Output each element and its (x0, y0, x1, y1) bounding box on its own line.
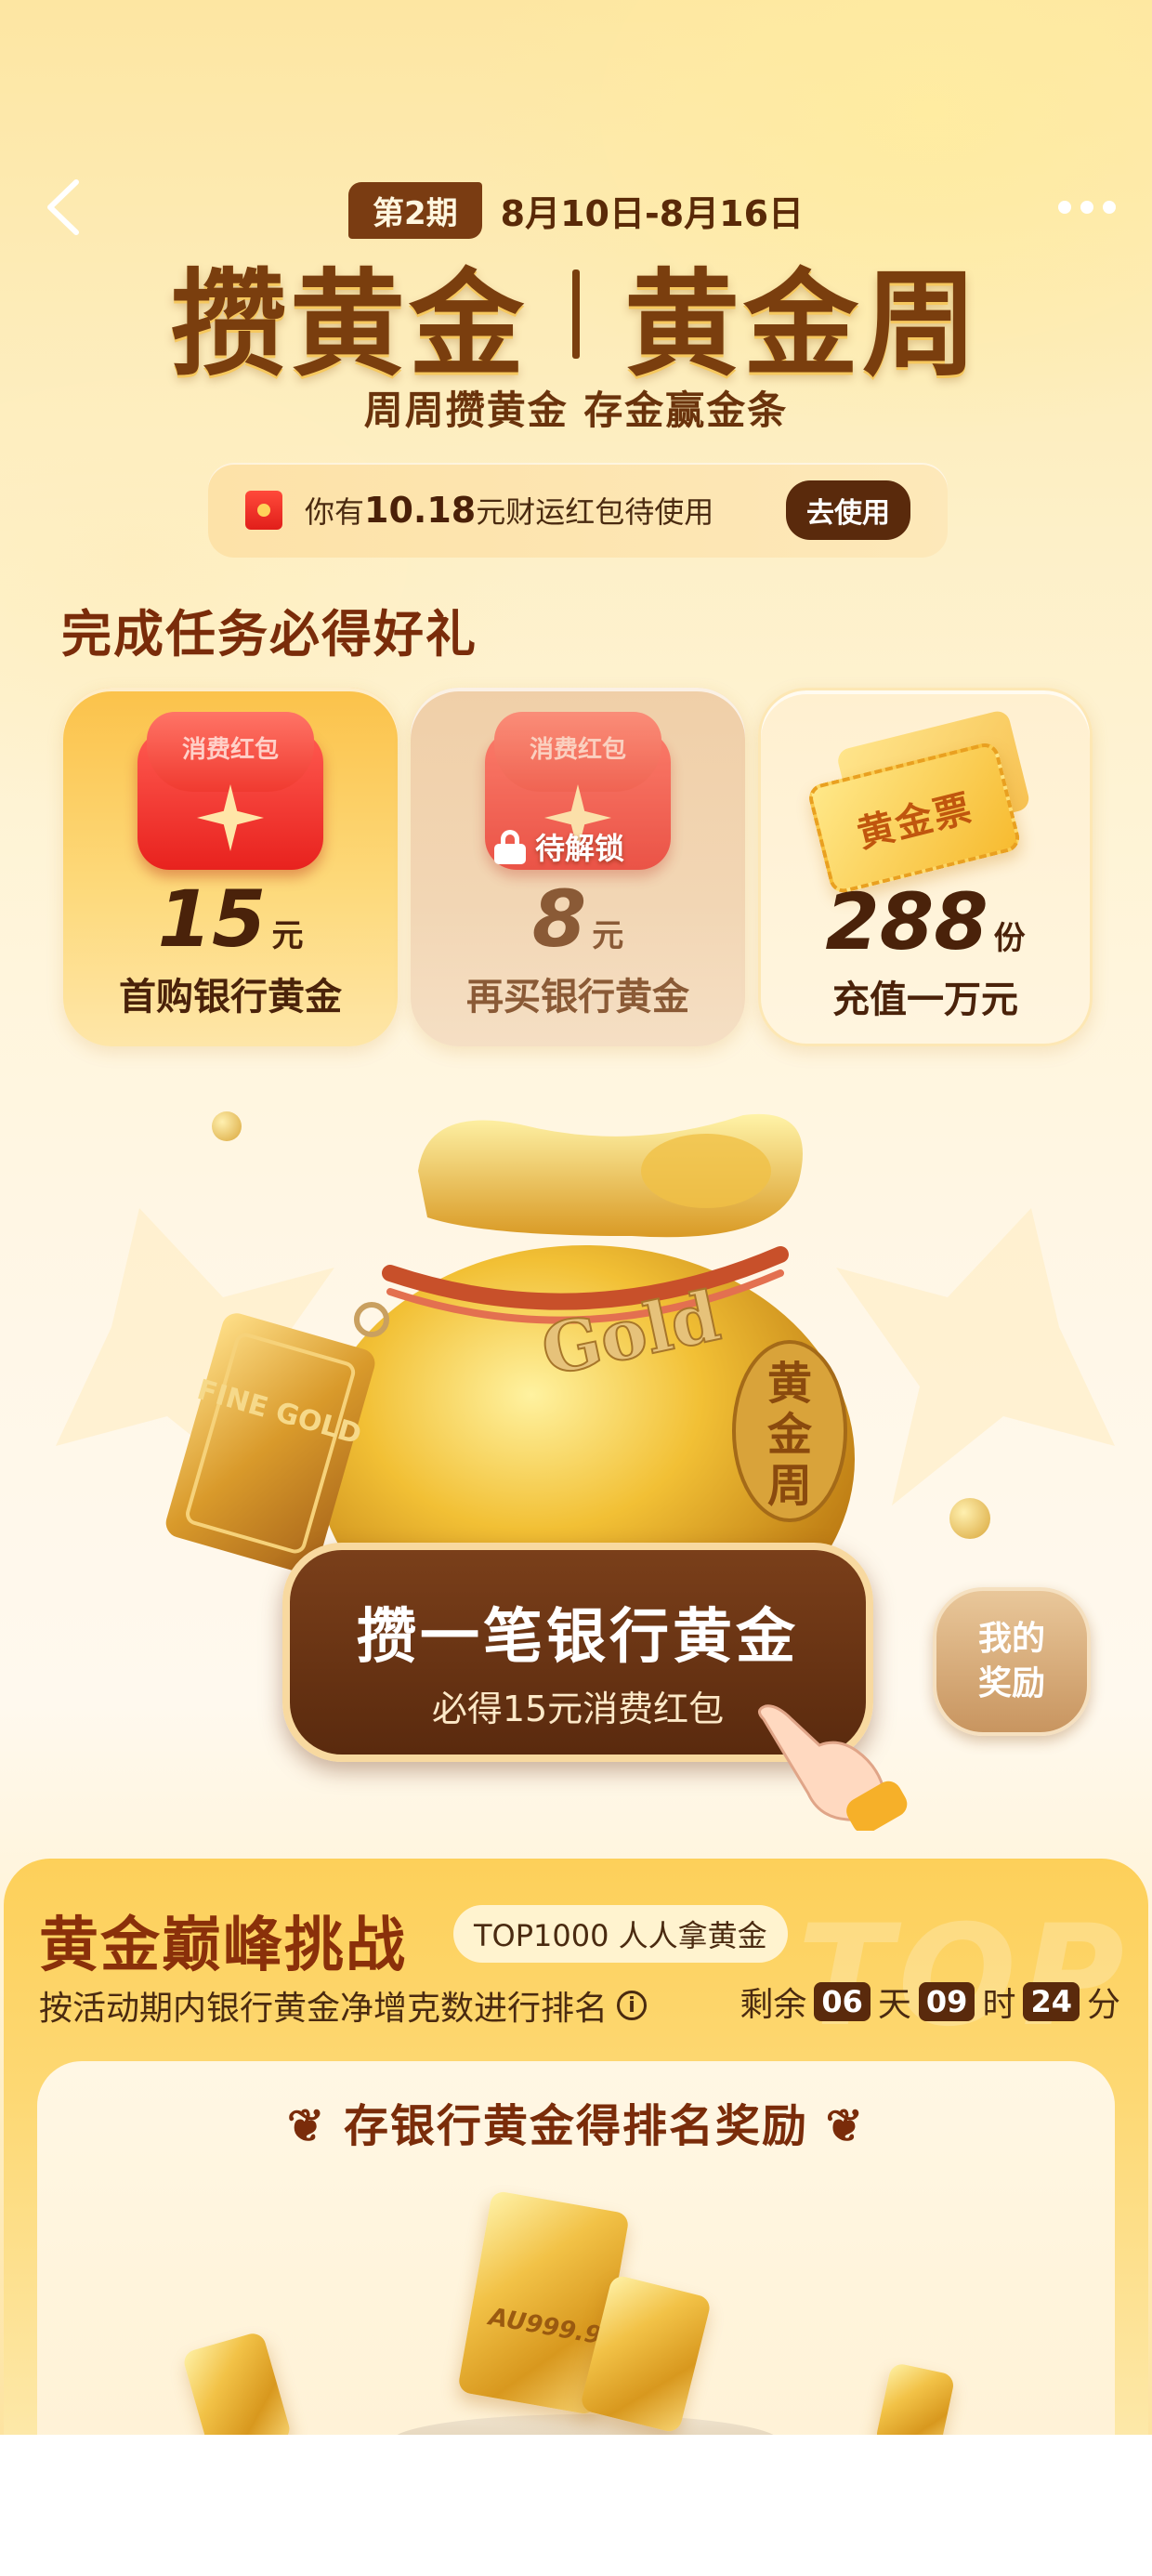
task-description: 首购银行黄金 (119, 976, 342, 1019)
rewards-line2: 奖励 (977, 1664, 1045, 1702)
red-packet-icon: 消费红包 (137, 712, 323, 870)
wheat-left-icon: ❦ (287, 2100, 344, 2152)
task-card-deposit[interactable]: 黄金票 288 份 充值一万元 (758, 688, 1093, 1046)
red-packet-label: 消费红包 (181, 736, 279, 764)
period-header: 第2期 8月10日-8月16日 (0, 181, 1152, 239)
peak-challenge-section: TOP 黄金巅峰挑战 TOP1000 人人拿黄金 按活动期内银行黄金净增克数进行… (4, 1859, 1148, 2435)
task-description: 充值一万元 (832, 979, 1018, 1021)
use-coupon-button[interactable]: 去使用 (786, 480, 910, 540)
rewards-line1: 我的 (977, 1620, 1045, 1658)
red-packet-icon (245, 491, 282, 530)
gold-bar-small (874, 2361, 956, 2435)
amount-number: 288 (825, 876, 988, 967)
gold-bar-small (181, 2330, 293, 2435)
amount-number: 8 (531, 874, 587, 965)
challenge-title: 黄金巅峰挑战 (39, 1911, 407, 1980)
task-amount: 15 元 (63, 874, 398, 965)
amount-unit: 份 (993, 920, 1026, 957)
ranking-title-text: 存银行黄金得排名奖励 (343, 2100, 808, 2152)
lock-label: 待解锁 (535, 831, 625, 866)
challenge-description-text: 按活动期内银行黄金净增克数进行排名 (39, 1990, 609, 2028)
task-amount: 288 份 (761, 876, 1090, 967)
countdown-days: 06 (814, 1982, 871, 2021)
title-left: 攒黄金 (170, 257, 528, 392)
task-description: 再买银行黄金 (466, 976, 689, 1019)
coupon-prefix: 你有 (305, 494, 365, 530)
locked-tag: 待解锁 (494, 825, 624, 868)
ranking-title: ❦ 存银行黄金得排名奖励 ❦ (37, 2089, 1115, 2154)
svg-text:金: 金 (766, 1409, 813, 1461)
coupon-text: 你有10.18元财运红包待使用 (305, 489, 786, 532)
cta-title: 攒一笔银行黄金 (357, 1603, 799, 1672)
svg-text:周: 周 (767, 1460, 812, 1512)
countdown-minutes: 24 (1023, 1982, 1080, 2021)
page-title: 攒黄金 黄金周 (0, 249, 1152, 392)
wheat-right-icon: ❦ (808, 2100, 865, 2152)
task-card-repurchase[interactable]: 消费红包 待解锁 8元 再买银行黄金 (411, 688, 745, 1046)
ticket-label: 黄金票 (853, 786, 977, 857)
pedestal (390, 2414, 780, 2435)
date-range: 8月10日-8月16日 (500, 192, 805, 234)
info-icon[interactable]: i (617, 1991, 648, 2020)
pointing-hand-icon (758, 1704, 908, 1831)
top-watermark: TOP (797, 1896, 1130, 2057)
coupon-suffix: 元财运红包待使用 (476, 494, 714, 530)
hours-unit: 时 (982, 1986, 1016, 2024)
challenge-tag: TOP1000 人人拿黄金 (453, 1905, 788, 1963)
lock-icon (494, 830, 526, 864)
days-unit: 天 (877, 1986, 911, 2024)
page: 第2期 8月10日-8月16日 攒黄金 黄金周 周周攒黄金 存金赢金条 你有10… (0, 0, 1152, 2435)
gold-ticket-icon: 黄金票 (799, 706, 1049, 896)
my-rewards-button[interactable]: 我的 奖励 (933, 1587, 1091, 1736)
ranking-reward-panel: ❦ 存银行黄金得排名奖励 ❦ AU999.9 (37, 2061, 1115, 2435)
task-amount: 8元 (411, 874, 745, 965)
tasks-section-title: 完成任务必得好礼 (61, 604, 478, 664)
countdown-timer: 剩余 06 天 09 时 24 分 (740, 1978, 1120, 2026)
challenge-description: 按活动期内银行黄金净增克数进行排名 i (39, 1981, 648, 2030)
task-card-first-purchase[interactable]: 消费红包 15 元 首购银行黄金 (63, 688, 398, 1046)
coupon-amount: 10.18 (364, 490, 477, 531)
countdown-prefix: 剩余 (740, 1986, 807, 2024)
minutes-unit: 分 (1086, 1986, 1120, 2024)
bar-stamp: AU999.9 (486, 2303, 604, 2351)
svg-text:黄: 黄 (767, 1358, 812, 1410)
title-right: 黄金周 (624, 257, 982, 392)
gold-bag-illustration: Gold 黄 金 周 FINE GOLD (165, 1113, 855, 1617)
lock-body (494, 844, 526, 864)
red-packet-label: 消费红包 (529, 736, 626, 764)
coupon-bar[interactable]: 你有10.18元财运红包待使用 去使用 (208, 463, 948, 558)
amount-unit: 元 (592, 917, 624, 954)
amount-unit: 元 (271, 917, 304, 954)
my-rewards-label: 我的 奖励 (978, 1617, 1045, 1706)
page-subtitle: 周周攒黄金 存金赢金条 (363, 388, 789, 433)
countdown-hours: 09 (918, 1982, 975, 2021)
amount-number: 15 (157, 874, 267, 965)
title-divider (572, 269, 580, 359)
